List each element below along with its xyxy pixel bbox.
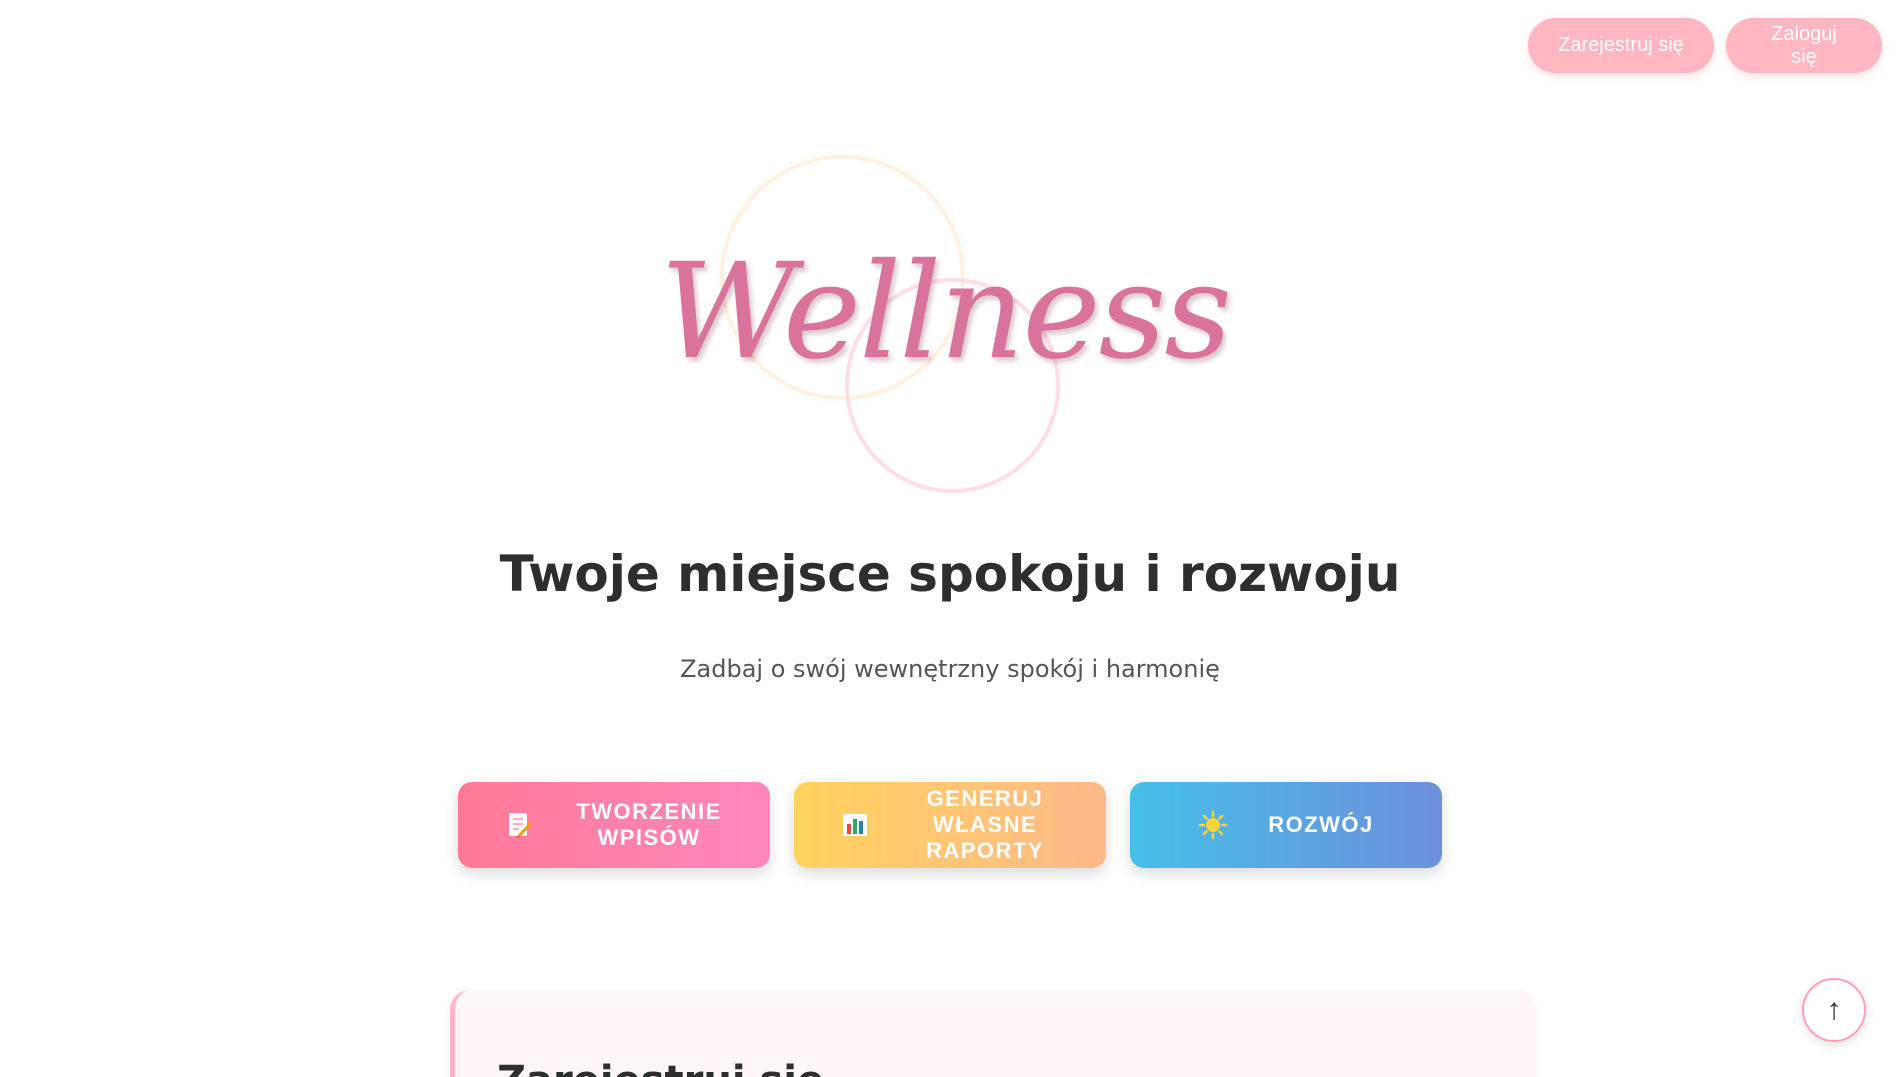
growth-button[interactable]: ROZWÓJ (1130, 782, 1442, 868)
growth-label: ROZWÓJ (1268, 812, 1374, 837)
page-subtitle: Zadbaj o swój wewnętrzny spokój i harmon… (680, 655, 1220, 683)
bar-chart-icon (840, 810, 870, 840)
scroll-to-top-button[interactable]: ↑ (1802, 978, 1866, 1042)
generate-reports-button[interactable]: GENERUJ WŁASNE RAPORTY (794, 782, 1106, 868)
create-entries-label: TWORZENIE WPISÓW (576, 799, 722, 850)
create-entries-button[interactable]: TWORZENIE WPISÓW (458, 782, 770, 868)
memo-icon (504, 810, 534, 840)
logo-text: Wellness (660, 235, 1232, 389)
sun-icon (1198, 810, 1228, 840)
landing-page: Zarejestruj się Zaloguj się Wellness Two… (0, 0, 1900, 1077)
generate-reports-label: GENERUJ WŁASNE RAPORTY (925, 786, 1045, 863)
card-title: Zarejestruj się (497, 1058, 824, 1077)
register-button[interactable]: Zarejestruj się (1528, 18, 1714, 73)
logo: Wellness (640, 140, 1240, 510)
register-card: Zarejestruj się (450, 990, 1536, 1077)
page-title: Twoje miejsce spokoju i rozwoju (499, 545, 1401, 603)
feature-buttons: TWORZENIE WPISÓW GENERUJ WŁASNE RAPORTY (458, 782, 1442, 868)
login-button[interactable]: Zaloguj się (1726, 18, 1882, 73)
auth-buttons: Zarejestruj się Zaloguj się (1528, 18, 1882, 73)
